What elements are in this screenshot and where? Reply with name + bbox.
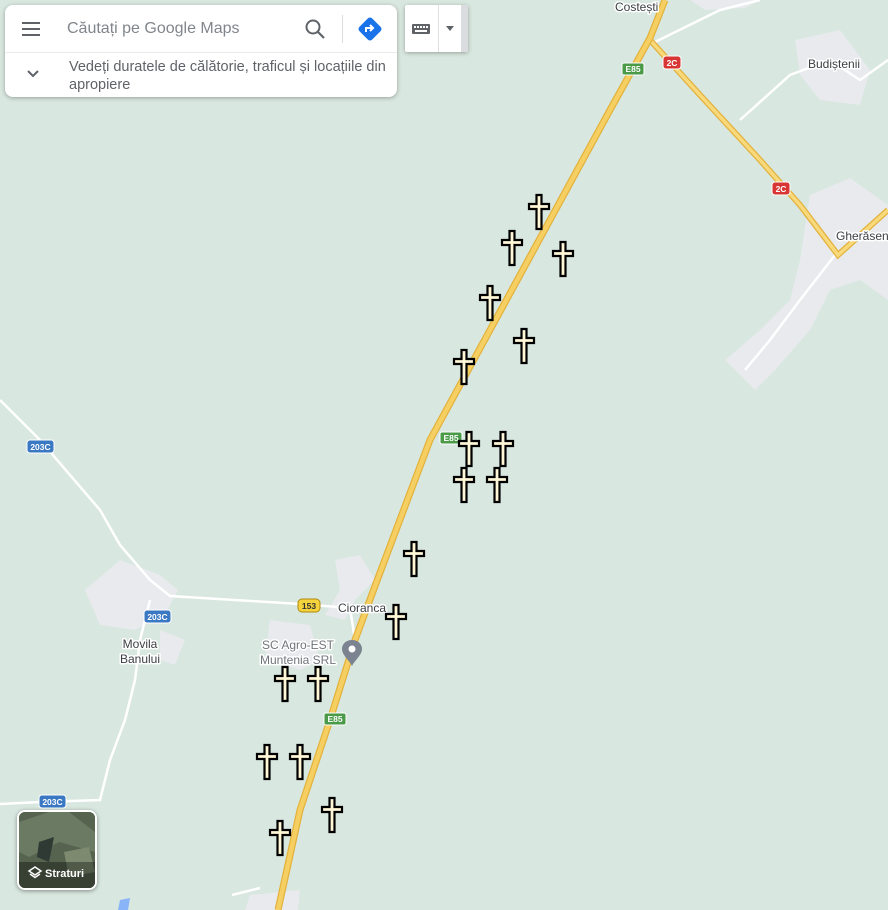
search-input[interactable] bbox=[67, 17, 297, 41]
chevron-down-icon[interactable] bbox=[23, 64, 43, 84]
road-shield: 203C bbox=[143, 609, 172, 624]
travel-info-text: Vedeți duratele de călătorie, traficul ș… bbox=[69, 59, 386, 93]
search-panel: Vedeți duratele de călătorie, traficul ș… bbox=[5, 5, 397, 97]
place-label-gheraseni[interactable]: Gherăseni bbox=[835, 228, 888, 245]
road-shield-label: E85 bbox=[443, 433, 458, 443]
road-shield-label: 203C bbox=[42, 797, 62, 807]
road-shield: E85 bbox=[323, 712, 347, 726]
layers-button[interactable]: Straturi bbox=[17, 810, 97, 890]
keyboard-icon[interactable] bbox=[405, 5, 437, 52]
road-shield: 203C bbox=[38, 794, 67, 809]
input-tools-panel bbox=[405, 5, 468, 52]
directions-icon[interactable] bbox=[357, 16, 383, 42]
road-shield: 203C bbox=[26, 439, 55, 454]
search-icon[interactable] bbox=[303, 17, 327, 41]
input-tools-edge bbox=[461, 5, 468, 52]
road-shield: E85 bbox=[621, 62, 645, 76]
road-shield-label: 203C bbox=[30, 442, 50, 452]
search-row bbox=[5, 5, 397, 53]
search-divider bbox=[342, 15, 343, 43]
road-shield-label: E85 bbox=[625, 64, 640, 74]
road-shield-label: 203C bbox=[147, 612, 167, 622]
layers-icon bbox=[27, 866, 43, 879]
road-shield-label: E85 bbox=[327, 714, 342, 724]
road-shield: 2C bbox=[662, 55, 682, 70]
place-label-costesti[interactable]: Costești bbox=[614, 0, 660, 16]
menu-icon[interactable] bbox=[19, 17, 43, 41]
layers-label: Straturi bbox=[45, 868, 85, 880]
place-label-agro-est[interactable]: SC Agro-EST Muntenia SRL bbox=[258, 637, 337, 669]
road-shield: 153 bbox=[297, 598, 321, 613]
road-shield-label: 153 bbox=[302, 601, 316, 611]
place-label-budisteni[interactable]: Budiștenii bbox=[807, 56, 862, 73]
place-label-cioranca[interactable]: Cioranca bbox=[337, 600, 388, 617]
road-shield-label: 2C bbox=[776, 184, 787, 194]
map-canvas[interactable]: E85 E85 E85 2C 2C 203C 203C 203C 153 Cos… bbox=[0, 0, 888, 910]
place-label-movila-banului[interactable]: Movila Banului bbox=[118, 636, 161, 668]
road-shield: 2C bbox=[771, 181, 791, 196]
dropdown-arrow-icon[interactable] bbox=[439, 5, 461, 52]
map-background bbox=[0, 0, 888, 910]
travel-info-row[interactable]: Vedeți duratele de călătorie, traficul ș… bbox=[5, 53, 397, 97]
road-shield-label: 2C bbox=[667, 58, 678, 68]
